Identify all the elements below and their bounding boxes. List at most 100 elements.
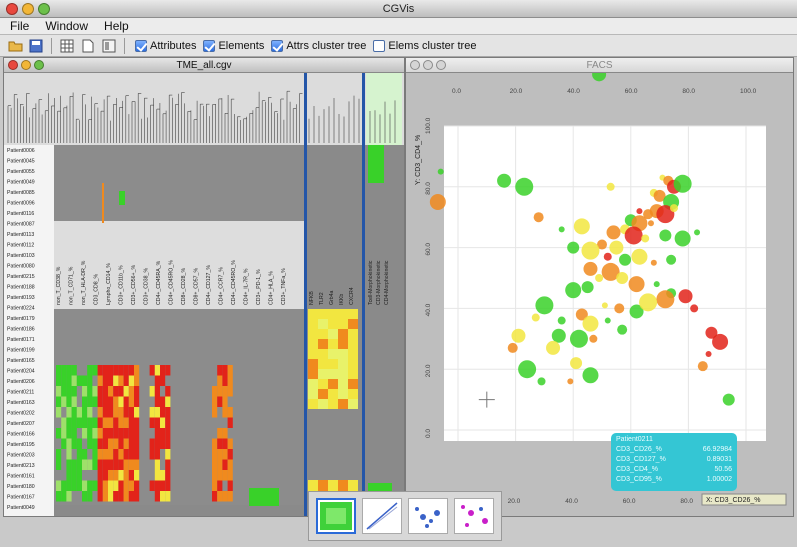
heatmap-cell — [217, 386, 223, 397]
row-label: Patient0188 — [7, 285, 35, 291]
menu-help[interactable]: Help — [104, 19, 129, 33]
checkbox-checked-icon[interactable] — [135, 39, 147, 52]
heatmap-cell — [97, 396, 103, 407]
open-folder-icon[interactable] — [6, 38, 24, 54]
heatmap-cell — [82, 386, 88, 397]
heatmap-cell — [328, 389, 338, 399]
heatmap-cell — [113, 386, 119, 397]
column-label: CD4+_CD45RO_% — [169, 260, 175, 305]
elements-checkbox[interactable]: Elements — [203, 39, 264, 52]
heatmap-view[interactable]: Patient0006 Patient0045 Patient0055 Patient… — [4, 73, 404, 516]
heatmap-thumbnail[interactable] — [316, 498, 356, 534]
checkbox-checked-icon[interactable] — [271, 39, 284, 52]
heatmap-cell — [222, 365, 228, 376]
scatter-point — [583, 261, 598, 276]
heatmap-cell — [113, 396, 119, 407]
heatmap-cell — [165, 480, 171, 491]
tooltip-row: CD3_CD95_% 1.00002 — [616, 475, 732, 485]
heatmap-cell — [160, 396, 166, 407]
scatter-window-titlebar: FACS — [406, 58, 793, 73]
zoom-icon[interactable] — [34, 60, 44, 70]
heatmap-cell — [128, 470, 134, 481]
close-icon[interactable] — [410, 60, 420, 70]
menu-file[interactable]: File — [10, 19, 29, 33]
heatmap-cell — [56, 480, 62, 491]
heatmap-cell — [92, 438, 98, 449]
heatmap-cell — [338, 309, 348, 319]
heatmap-cell — [108, 417, 114, 428]
heatmap-cell — [113, 365, 119, 376]
scatter-point — [639, 293, 658, 312]
zoom-icon[interactable] — [38, 3, 50, 15]
scatter-point — [557, 316, 566, 325]
heatmap-cell — [222, 438, 228, 449]
scatter-point — [606, 182, 615, 191]
minimize-icon[interactable] — [423, 60, 433, 70]
heatmap-main-block — [54, 145, 304, 505]
line-plot-thumbnail[interactable] — [362, 498, 402, 534]
heatmap-cell — [71, 407, 77, 418]
toolbar: Attributes Elements Attrs cluster tree E… — [0, 35, 797, 57]
scatter-point — [619, 253, 632, 266]
heatmap-cell — [118, 480, 124, 491]
attrs-cluster-tree-checkbox[interactable]: Attrs cluster tree — [271, 39, 366, 52]
heatmap-cell — [348, 319, 358, 329]
minimize-icon[interactable] — [22, 3, 34, 15]
heatmap-cell — [154, 417, 160, 428]
heatmap-cell — [71, 417, 77, 428]
layout-icon[interactable] — [100, 38, 118, 54]
heatmap-cell — [308, 379, 318, 389]
heatmap-cell — [338, 399, 348, 409]
scatter-blue-thumbnail[interactable] — [408, 498, 448, 534]
heatmap-cell — [134, 365, 140, 376]
view-thumbnail-dock — [308, 491, 502, 541]
heatmap-cell — [123, 417, 129, 428]
heatmap-cell — [102, 470, 108, 481]
elems-cluster-tree-checkbox[interactable]: Elems cluster tree — [373, 39, 476, 52]
scatter-magenta-thumbnail[interactable] — [454, 498, 494, 534]
save-icon[interactable] — [27, 38, 45, 54]
heatmap-cell — [308, 369, 318, 379]
scatter-point — [595, 274, 604, 282]
checkbox-unchecked-icon[interactable] — [373, 39, 386, 52]
document-icon[interactable] — [79, 38, 97, 54]
x-tick-label-top: 80.0 — [682, 88, 695, 95]
zoom-icon[interactable] — [436, 60, 446, 70]
heatmap-cell — [97, 428, 103, 439]
heatmap-cell — [318, 359, 328, 369]
scatter-point — [429, 194, 446, 210]
heatmap-cell — [118, 396, 124, 407]
heatmap-cell — [76, 480, 82, 491]
heatmap-cell — [108, 428, 114, 439]
attributes-checkbox[interactable]: Attributes — [135, 39, 196, 52]
checkbox-checked-icon[interactable] — [203, 39, 216, 52]
column-label: CD3+_TNFa_% — [281, 268, 287, 305]
heatmap-cell — [118, 449, 124, 460]
minimize-icon[interactable] — [21, 60, 31, 70]
tooltip-label: CD3_CD4_% — [616, 466, 659, 473]
heatmap-cell — [217, 459, 223, 470]
heatmap-cell — [217, 449, 223, 460]
close-icon[interactable] — [8, 60, 18, 70]
heatmap-cell — [338, 389, 348, 399]
close-icon[interactable] — [6, 3, 18, 15]
heatmap-cell — [123, 386, 129, 397]
heatmap-cell — [217, 396, 223, 407]
heatmap-cell — [212, 491, 218, 502]
heatmap-cell — [149, 438, 155, 449]
heatmap-cell — [165, 386, 171, 397]
heatmap-cell — [328, 329, 338, 339]
row-label: Patient0215 — [7, 274, 35, 280]
column-label: non_T_CD38_% — [56, 266, 62, 305]
heatmap-cell — [82, 459, 88, 470]
grid-icon[interactable] — [58, 38, 76, 54]
heatmap-cell — [165, 417, 171, 428]
heatmap-cell — [113, 428, 119, 439]
heatmap-cell — [160, 407, 166, 418]
heatmap-cell — [87, 375, 93, 386]
menu-window[interactable]: Window — [45, 19, 88, 33]
scatter-point — [603, 252, 612, 261]
heatmap-cell — [160, 470, 166, 481]
heatmap-cell — [160, 480, 166, 491]
heatmap-cell — [222, 470, 228, 481]
